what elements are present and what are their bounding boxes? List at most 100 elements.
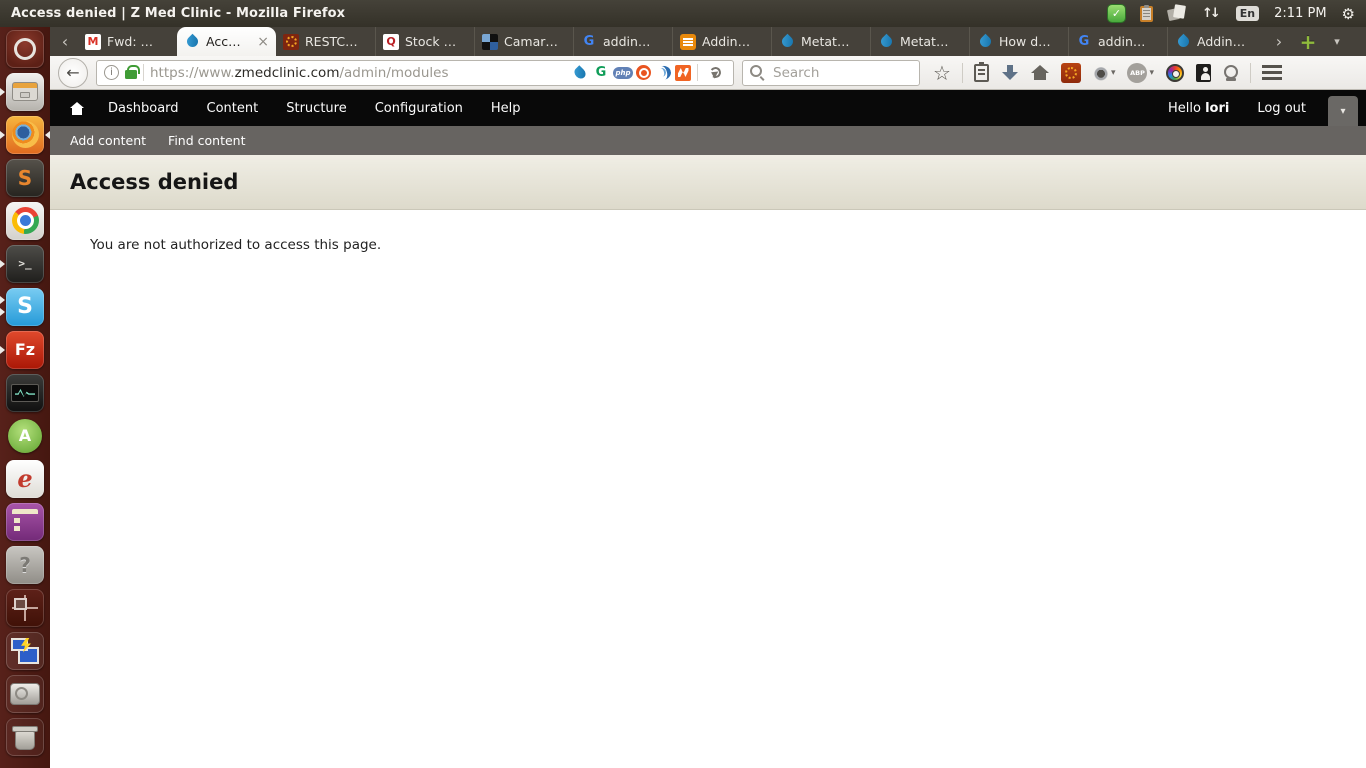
launcher-item-filezilla[interactable]: [0, 328, 50, 371]
close-icon[interactable]: ×: [257, 35, 269, 49]
launcher-item-terminal[interactable]: [0, 242, 50, 285]
url-bar[interactable]: https://www.zmedclinic.com/admin/modules: [96, 60, 734, 86]
launcher-item-hard-disk[interactable]: [0, 672, 50, 715]
tab-scroll-right-button[interactable]: ›: [1266, 27, 1292, 56]
new-tab-button[interactable]: +: [1292, 27, 1324, 56]
chevron-down-icon[interactable]: ▾: [1149, 68, 1154, 78]
toolbar-toggle-button[interactable]: ▾: [1328, 96, 1358, 126]
network-arrows-icon[interactable]: [1202, 6, 1221, 21]
codeigniter-icon[interactable]: [654, 64, 672, 81]
clipboard-icon[interactable]: [1140, 6, 1153, 22]
launcher-item-media-app[interactable]: [0, 500, 50, 543]
launcher-item-remote-desktop[interactable]: [0, 629, 50, 672]
launcher-item-unknown-app[interactable]: [0, 543, 50, 586]
hard-disk-icon: [6, 675, 44, 713]
drupal-icon[interactable]: [571, 64, 589, 81]
launcher-item-system-monitor[interactable]: [0, 371, 50, 414]
tab-label: addin…: [603, 34, 665, 49]
ubuntu-icon[interactable]: [636, 65, 651, 80]
search-bar[interactable]: [742, 60, 920, 86]
google-icon: [1076, 34, 1092, 50]
list-all-tabs-button[interactable]: ▾: [1324, 27, 1350, 56]
person-button[interactable]: [1195, 63, 1212, 83]
zigzag-icon[interactable]: [675, 65, 691, 81]
launcher-item-workspace-switcher[interactable]: [0, 586, 50, 629]
chevron-down-icon[interactable]: ▾: [1111, 68, 1116, 78]
reload-button[interactable]: [704, 67, 726, 78]
launcher-item-evince[interactable]: [0, 457, 50, 500]
browser-tab[interactable]: addin…: [1068, 27, 1167, 56]
home-button[interactable]: [1030, 64, 1050, 82]
greeting-text: Hello lori: [1168, 101, 1229, 116]
bookmarks-clipboard-button[interactable]: [973, 63, 990, 83]
shortcut-find-content[interactable]: Find content: [168, 133, 245, 148]
keyboard-layout[interactable]: En: [1236, 6, 1259, 21]
launcher-items: [0, 27, 50, 758]
browser-tab[interactable]: Stock …: [375, 27, 474, 56]
google-green-icon[interactable]: [592, 64, 610, 81]
tab-label: Acc…: [206, 34, 251, 49]
admin-menu-configuration[interactable]: Configuration: [361, 101, 477, 116]
bookmark-star-button[interactable]: [932, 62, 952, 84]
launcher-item-firefox[interactable]: [0, 113, 50, 156]
shortcut-items: Add content Find content: [70, 133, 246, 148]
admin-menu-help[interactable]: Help: [477, 101, 535, 116]
browser-tab[interactable]: Camar…: [474, 27, 573, 56]
tab-label: Fwd: …: [107, 34, 170, 49]
launcher-item-chrome[interactable]: [0, 199, 50, 242]
tab-scroll-left-button[interactable]: ‹: [52, 27, 78, 56]
menu-button[interactable]: [1261, 64, 1283, 81]
back-button[interactable]: ←: [58, 58, 88, 88]
launcher-item-skype[interactable]: [0, 285, 50, 328]
clock[interactable]: 2:11 PM: [1274, 6, 1326, 21]
admin-menu-dashboard[interactable]: Dashboard: [94, 101, 193, 116]
admin-menu-structure[interactable]: Structure: [272, 101, 360, 116]
launcher-item-ubuntu-dash[interactable]: [0, 27, 50, 70]
browser-tab[interactable]: Metat…: [870, 27, 969, 56]
browser-tab[interactable]: How d…: [969, 27, 1068, 56]
trash-icon: [6, 718, 44, 756]
tab-bar: ‹ Fwd: …Acc…×RESTC…Stock …Camar…addin…Ad…: [50, 27, 1366, 56]
greeting-prefix: Hello: [1168, 101, 1205, 116]
colorzilla-button[interactable]: [1165, 63, 1185, 83]
launcher-item-trash[interactable]: [0, 715, 50, 758]
launcher-item-android-studio[interactable]: [0, 414, 50, 457]
admin-home-button[interactable]: [60, 90, 94, 126]
unknown-app-icon: [6, 546, 44, 584]
page-info-icon[interactable]: [104, 65, 119, 80]
shortcut-add-content[interactable]: Add content: [70, 133, 146, 148]
browser-tab[interactable]: Metat…: [771, 27, 870, 56]
url-text[interactable]: https://www.zmedclinic.com/admin/modules: [150, 65, 565, 81]
adblock-button[interactable]: ▾: [1126, 62, 1155, 84]
terminal-icon: [6, 245, 44, 283]
drupal-admin-toolbar: DashboardContentStructureConfigurationHe…: [50, 90, 1366, 126]
notes-icon[interactable]: [1168, 5, 1187, 22]
fly-button[interactable]: ▾: [1092, 64, 1117, 82]
firefox-icon: [6, 116, 44, 154]
tab-label: Camar…: [504, 34, 566, 49]
ubuntu-dash-icon: [6, 30, 44, 68]
restclient-button[interactable]: [1060, 62, 1082, 84]
fly-icon: [1093, 65, 1109, 81]
browser-tab[interactable]: Addin…: [672, 27, 771, 56]
lens-button[interactable]: [1222, 64, 1240, 82]
logout-link[interactable]: Log out: [1257, 101, 1306, 116]
skype-status-icon[interactable]: [1108, 5, 1125, 22]
browser-tab[interactable]: RESTC…: [276, 27, 375, 56]
browser-tab[interactable]: addin…: [573, 27, 672, 56]
url-path: /admin/modules: [339, 65, 448, 81]
lock-icon[interactable]: [125, 70, 137, 79]
launcher-item-files[interactable]: [0, 70, 50, 113]
admin-menu-content[interactable]: Content: [193, 101, 273, 116]
download-button[interactable]: [1000, 63, 1020, 83]
session-gear-icon[interactable]: [1342, 5, 1355, 23]
search-input[interactable]: [771, 64, 912, 82]
php-icon[interactable]: [613, 67, 633, 79]
bookmarks-clipboard-icon: [974, 64, 989, 82]
launcher-item-sublime-text[interactable]: [0, 156, 50, 199]
browser-tab[interactable]: Acc… ×: [177, 27, 276, 56]
browser-tab[interactable]: Addin…: [1167, 27, 1266, 56]
browser-tab[interactable]: Fwd: …: [78, 27, 177, 56]
search-icon: [750, 65, 765, 80]
drupal-icon: [878, 34, 894, 50]
